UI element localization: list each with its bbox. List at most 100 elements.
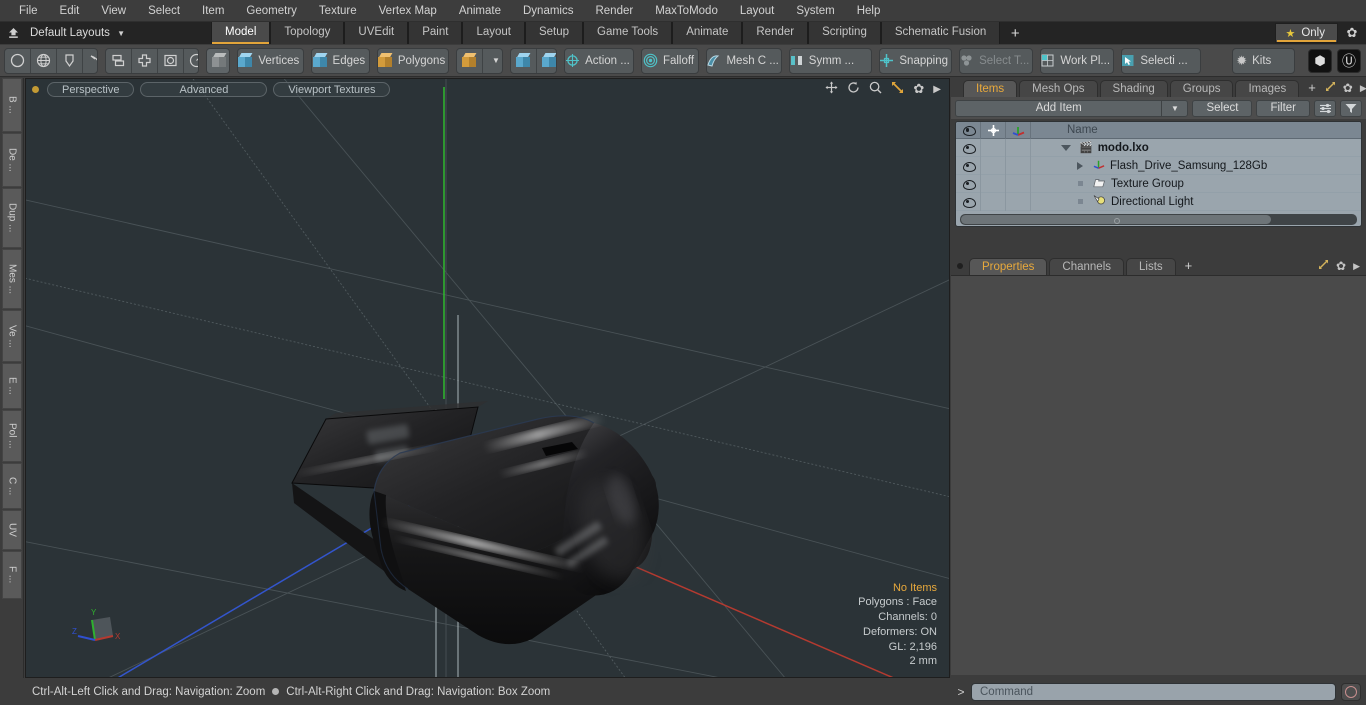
radial-icon[interactable] [184, 49, 198, 73]
tab-uvedit[interactable]: UVEdit [344, 22, 409, 44]
tab-shading[interactable]: Shading [1099, 80, 1168, 97]
tab-scripting[interactable]: Scripting [808, 22, 881, 44]
add-panel-tab-button[interactable]: + [1301, 80, 1323, 97]
tab-channels[interactable]: Channels [1049, 258, 1125, 275]
tab-groups[interactable]: Groups [1169, 80, 1234, 97]
center-icon[interactable] [132, 48, 158, 73]
menu-item-select[interactable]: Select [137, 0, 191, 22]
tab-game-tools[interactable]: Game Tools [583, 22, 673, 44]
add-item-button[interactable]: Add Item ▼ [955, 99, 1189, 117]
menu-item-file[interactable]: File [8, 0, 49, 22]
kits-button[interactable]: ✹ Kits [1233, 49, 1294, 73]
menu-item-vertex-map[interactable]: Vertex Map [368, 0, 448, 22]
snapping-button[interactable]: Snapping [880, 49, 951, 73]
table-row[interactable]: Flash_Drive_Samsung_128Gb [956, 156, 1361, 175]
tab-images[interactable]: Images [1235, 80, 1300, 97]
vtab-vertex[interactable]: Ve ... [2, 310, 22, 362]
align-icon[interactable] [106, 48, 132, 73]
cube-item-b-icon[interactable] [537, 49, 557, 73]
tab-properties[interactable]: Properties [969, 258, 1048, 275]
item-list-hscrollbar[interactable] [960, 214, 1357, 225]
tab-mesh-ops[interactable]: Mesh Ops [1019, 80, 1098, 97]
cube-item-a-icon[interactable] [511, 48, 537, 73]
expand-icon[interactable] [1318, 259, 1329, 273]
menu-item-geometry[interactable]: Geometry [235, 0, 308, 22]
viewport-pill-viewport-textures[interactable]: Viewport Textures [273, 81, 391, 97]
vtab-mesh-edit[interactable]: Mes ... [2, 249, 22, 309]
table-row[interactable]: 🎬 modo.lxo [956, 138, 1361, 157]
menu-item-maxtomodo[interactable]: MaxToModo [644, 0, 729, 22]
vtab-fur[interactable]: F ... [2, 551, 22, 599]
menu-item-help[interactable]: Help [846, 0, 892, 22]
menu-item-texture[interactable]: Texture [308, 0, 368, 22]
vtab-duplicate[interactable]: Dup ... [2, 188, 22, 248]
expander-down-icon[interactable] [1058, 144, 1074, 151]
unreal-badge-icon[interactable]: Ⓤ [1337, 48, 1361, 73]
zoom-icon[interactable] [869, 81, 882, 97]
move-icon[interactable] [825, 81, 838, 97]
tab-items[interactable]: Items [963, 80, 1018, 97]
menu-item-system[interactable]: System [785, 0, 845, 22]
tab-render[interactable]: Render [742, 22, 809, 44]
selection-button[interactable]: Selecti ... [1121, 49, 1201, 73]
home-icon[interactable] [0, 22, 26, 44]
play-arrow-icon[interactable]: ▶ [1353, 261, 1360, 272]
action-center-button[interactable]: Action ... [565, 49, 633, 73]
eye-icon[interactable] [956, 156, 981, 175]
record-circle-icon[interactable] [1341, 682, 1361, 701]
rotate-icon[interactable] [847, 81, 860, 97]
expander-right-icon[interactable] [1072, 161, 1088, 170]
mesh-constraint-button[interactable]: Mesh C ... [707, 49, 781, 73]
eye-icon[interactable] [956, 192, 981, 211]
circle-icon[interactable] [5, 48, 31, 73]
curve-icon[interactable] [83, 49, 97, 73]
add-properties-tab-button[interactable]: + [1178, 258, 1200, 275]
select-through-button[interactable]: Select T... [960, 49, 1032, 73]
polygons-mode-button[interactable]: Polygons [378, 49, 448, 73]
work-plane-button[interactable]: Work Pl... [1041, 49, 1113, 73]
filter-button[interactable]: Filter [1256, 99, 1310, 117]
menu-item-animate[interactable]: Animate [448, 0, 512, 22]
symmetry-button[interactable]: Symm ... [790, 49, 871, 73]
viewport-pill-advanced[interactable]: Advanced [140, 81, 268, 97]
vertices-mode-button[interactable]: Vertices [238, 49, 302, 73]
vtab-curve[interactable]: C ... [2, 463, 22, 509]
chevron-down-icon[interactable]: ▼ [483, 49, 502, 73]
funnel-icon[interactable] [1340, 99, 1362, 117]
tab-layout[interactable]: Layout [462, 22, 525, 44]
eye-icon[interactable] [956, 138, 981, 157]
menu-item-view[interactable]: View [90, 0, 137, 22]
modo-badge-icon[interactable]: ⬢ [1308, 48, 1332, 73]
command-input[interactable]: Command [971, 682, 1336, 701]
select-button[interactable]: Select [1192, 99, 1253, 117]
vtab-polygon[interactable]: Pol ... [2, 410, 22, 462]
cube-orange-icon[interactable] [457, 48, 483, 73]
table-row[interactable]: Directional Light [956, 192, 1361, 211]
menu-item-layout[interactable]: Layout [729, 0, 786, 22]
menu-item-item[interactable]: Item [191, 0, 235, 22]
cube-grey-icon[interactable] [206, 48, 230, 73]
table-row[interactable]: Texture Group [956, 174, 1361, 193]
3d-viewport[interactable]: Perspective Advanced Viewport Textures ✿… [25, 78, 950, 678]
chevron-down-icon[interactable]: ▼ [1161, 100, 1187, 116]
layout-selector[interactable]: Default Layouts ▼ [26, 27, 131, 39]
only-toggle-button[interactable]: ★ Only [1275, 23, 1338, 43]
play-arrow-icon[interactable]: ▶ [1360, 83, 1366, 94]
menu-item-render[interactable]: Render [584, 0, 644, 22]
eye-icon[interactable] [956, 174, 981, 193]
vtab-basic[interactable]: B ... [2, 78, 22, 132]
scrollbar-thumb[interactable] [961, 215, 1271, 224]
menu-item-dynamics[interactable]: Dynamics [512, 0, 584, 22]
bound-icon[interactable] [158, 48, 184, 73]
tab-lists[interactable]: Lists [1126, 258, 1176, 275]
vtab-edge[interactable]: E ... [2, 363, 22, 409]
edges-mode-button[interactable]: Edges [312, 49, 370, 73]
gear-icon[interactable]: ✿ [1336, 259, 1346, 273]
item-list[interactable]: Name 🎬 modo.lxo Flash_Drive_Samsung_128G… [955, 121, 1362, 227]
tab-animate[interactable]: Animate [672, 22, 743, 44]
tab-paint[interactable]: Paint [408, 22, 463, 44]
add-tab-button[interactable]: + [1000, 22, 1031, 44]
gear-icon[interactable]: ✿ [1338, 22, 1366, 44]
falloff-button[interactable]: Falloff [642, 49, 698, 73]
vtab-uv[interactable]: UV [2, 510, 22, 550]
